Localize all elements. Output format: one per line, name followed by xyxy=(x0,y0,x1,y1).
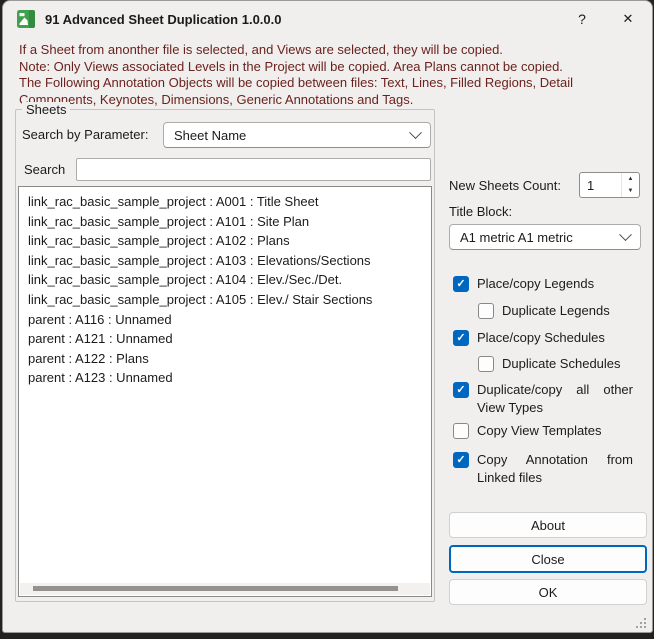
dialog-window: 91 Advanced Sheet Duplication 1.0.0.0 ? … xyxy=(2,0,653,633)
checkbox-place-copy-schedules[interactable]: ✓ Place/copy Schedules xyxy=(453,329,605,347)
resize-grip[interactable] xyxy=(636,618,638,620)
list-item[interactable]: link_rac_basic_sample_project : A105 : E… xyxy=(19,290,431,310)
scrollbar-thumb[interactable] xyxy=(33,586,398,591)
about-button[interactable]: About xyxy=(449,512,647,538)
list-item[interactable]: parent : A116 : Unnamed xyxy=(19,310,431,330)
list-item[interactable]: link_rac_basic_sample_project : A102 : P… xyxy=(19,231,431,251)
checkbox-duplicate-schedules[interactable]: ✓ Duplicate Schedules xyxy=(478,355,621,373)
check-icon: ✓ xyxy=(456,453,466,466)
spinner-buttons: ▲ ▼ xyxy=(621,173,639,197)
chevron-down-icon xyxy=(619,227,632,241)
checkbox-duplicate-copy-all-other-view-types[interactable]: ✓ Duplicate/copy all other View Types xyxy=(453,381,633,417)
app-icon xyxy=(17,10,35,28)
notice-line: Components, Keynotes, Dimensions, Generi… xyxy=(19,91,414,107)
notice-line: If a Sheet from anonther file is selecte… xyxy=(19,42,503,57)
sheet-list[interactable]: link_rac_basic_sample_project : A001 : T… xyxy=(18,186,432,597)
notice-text: If a Sheet from anonther file is selecte… xyxy=(19,42,573,108)
check-icon: ✓ xyxy=(456,331,466,344)
notice-line: Note: Only Views associated Levels in th… xyxy=(19,58,563,74)
list-item[interactable]: link_rac_basic_sample_project : A104 : E… xyxy=(19,270,431,290)
spinner-up-icon[interactable]: ▲ xyxy=(622,173,639,185)
checkbox-box[interactable]: ✓ xyxy=(453,423,469,439)
checkbox-box[interactable]: ✓ xyxy=(478,356,494,372)
checkbox-copy-view-templates[interactable]: ✓ Copy View Templates xyxy=(453,422,602,440)
new-sheets-count-label: New Sheets Count: xyxy=(449,178,562,193)
chevron-down-icon xyxy=(409,125,422,139)
list-item[interactable]: link_rac_basic_sample_project : A103 : E… xyxy=(19,251,431,271)
checkbox-box[interactable]: ✓ xyxy=(453,276,469,292)
close-button[interactable]: Close xyxy=(449,545,647,573)
checkbox-duplicate-legends[interactable]: ✓ Duplicate Legends xyxy=(478,302,610,320)
titlebar: 91 Advanced Sheet Duplication 1.0.0.0 ? … xyxy=(3,1,652,37)
new-sheets-count-value: 1 xyxy=(587,178,595,193)
search-parameter-dropdown[interactable]: Sheet Name xyxy=(163,122,431,148)
checkbox-label: Copy View Templates xyxy=(477,423,602,438)
title-block-value: A1 metric A1 metric xyxy=(460,229,573,245)
list-item[interactable]: parent : A121 : Unnamed xyxy=(19,329,431,349)
window-close-icon[interactable]: ✕ xyxy=(606,1,650,37)
list-item[interactable]: link_rac_basic_sample_project : A101 : S… xyxy=(19,212,431,232)
checkbox-box[interactable]: ✓ xyxy=(453,330,469,346)
checkbox-label: Place/copy Schedules xyxy=(477,330,605,345)
title-block-label: Title Block: xyxy=(449,204,513,219)
notice-line: The Following Annotation Objects will be… xyxy=(19,75,574,90)
checkbox-label: Duplicate Schedules xyxy=(502,356,621,371)
checkbox-box[interactable]: ✓ xyxy=(453,452,469,468)
help-button[interactable]: ? xyxy=(560,1,604,37)
ok-button[interactable]: OK xyxy=(449,579,647,605)
list-item[interactable]: parent : A122 : Plans xyxy=(19,349,431,369)
checkbox-place-copy-legends[interactable]: ✓ Place/copy Legends xyxy=(453,275,594,293)
horizontal-scrollbar[interactable] xyxy=(20,583,430,595)
check-icon: ✓ xyxy=(456,277,466,290)
checkbox-box[interactable]: ✓ xyxy=(453,382,469,398)
check-icon: ✓ xyxy=(456,383,466,396)
checkbox-copy-annotation-from-linked-files[interactable]: ✓ Copy Annotation from Linked files xyxy=(453,451,633,487)
spinner-down-icon[interactable]: ▼ xyxy=(622,185,639,197)
checkbox-label: Duplicate/copy all other View Types xyxy=(477,382,633,415)
checkbox-box[interactable]: ✓ xyxy=(478,303,494,319)
checkbox-label: Place/copy Legends xyxy=(477,276,595,291)
title-block-dropdown[interactable]: A1 metric A1 metric xyxy=(449,224,641,250)
sheets-group-label: Sheets xyxy=(22,102,71,117)
window-title: 91 Advanced Sheet Duplication 1.0.0.0 xyxy=(45,11,282,27)
list-item[interactable]: link_rac_basic_sample_project : A001 : T… xyxy=(19,192,431,212)
sheets-groupbox: Sheets Search by Parameter: Sheet Name S… xyxy=(15,102,435,602)
search-label: Search xyxy=(24,162,66,177)
new-sheets-count-input[interactable]: 1 ▲ ▼ xyxy=(579,172,640,198)
search-parameter-value: Sheet Name xyxy=(174,127,247,143)
search-by-parameter-label: Search by Parameter: xyxy=(22,127,149,142)
search-input[interactable] xyxy=(76,158,431,181)
checkbox-label: Copy Annotation from Linked files xyxy=(477,452,633,485)
list-item[interactable]: parent : A123 : Unnamed xyxy=(19,368,431,388)
checkbox-label: Duplicate Legends xyxy=(502,303,610,318)
